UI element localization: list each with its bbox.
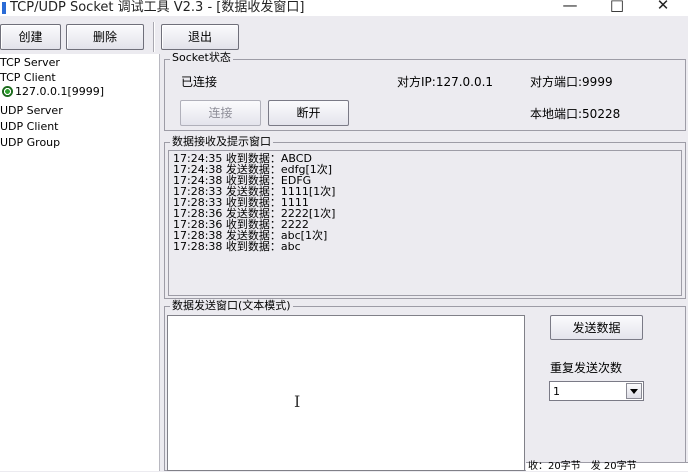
connection-tree[interactable]: TCP Server TCP Client 127.0.0.1[9999] UD… — [0, 54, 160, 471]
connected-icon — [2, 86, 13, 97]
receive-title: 数据接收及提示窗口 — [170, 135, 273, 148]
local-port: 本地端口:50228 — [530, 107, 621, 121]
maximize-button[interactable]: □ — [597, 0, 637, 16]
send-title: 数据发送窗口(文本模式) — [170, 299, 293, 312]
toolbar-separator — [153, 22, 155, 52]
byte-counter: 收：20字节 发 20字节 — [528, 461, 637, 472]
close-button[interactable]: ✕ — [643, 0, 683, 16]
connection-label: 127.0.0.1[9999] — [15, 85, 105, 98]
tree-item-connection[interactable]: 127.0.0.1[9999] — [2, 86, 104, 98]
tree-item-udp-group[interactable]: UDP Group — [0, 137, 60, 149]
repeat-count-select[interactable]: 1 — [549, 381, 644, 401]
disconnect-button[interactable]: 断开 — [268, 100, 349, 126]
send-text-area[interactable]: I — [167, 315, 525, 471]
window-title: TCP/UDP Socket 调试工具 V2.3 - [数据收发窗口] — [10, 0, 305, 15]
socket-status-title: Socket状态 — [170, 51, 233, 64]
text-cursor-icon: I — [294, 392, 301, 411]
status-bar: 收：20字节 发 20字节 — [526, 461, 688, 472]
tree-item-tcp-client[interactable]: TCP Client — [0, 72, 56, 84]
tree-item-tcp-server[interactable]: TCP Server — [0, 57, 60, 69]
repeat-count-label: 重复发送次数 — [550, 361, 623, 375]
create-button[interactable]: 创建 — [0, 24, 61, 50]
receive-log[interactable]: 17:24:35 收到数据：ABCD 17:24:38 发送数据：edfg[1次… — [168, 150, 682, 296]
title-bar: TCP/UDP Socket 调试工具 V2.3 - [数据收发窗口] — □ … — [0, 0, 688, 16]
app-icon — [2, 2, 6, 14]
connection-status: 已连接 — [181, 75, 218, 89]
connect-button[interactable]: 连接 — [180, 100, 261, 126]
repeat-count-value: 1 — [553, 385, 560, 398]
exit-button[interactable]: 退出 — [161, 24, 239, 50]
send-data-button[interactable]: 发送数据 — [550, 315, 643, 340]
dropdown-arrow-icon[interactable] — [626, 383, 642, 399]
delete-button[interactable]: 删除 — [66, 24, 144, 50]
remote-ip: 对方IP:127.0.0.1 — [397, 75, 494, 89]
tree-item-udp-client[interactable]: UDP Client — [0, 121, 59, 133]
tree-item-udp-server[interactable]: UDP Server — [0, 105, 63, 117]
log-line: 17:28:38 收到数据：abc — [173, 240, 301, 253]
minimize-button[interactable]: — — [550, 0, 590, 16]
remote-port: 对方端口:9999 — [530, 75, 613, 89]
